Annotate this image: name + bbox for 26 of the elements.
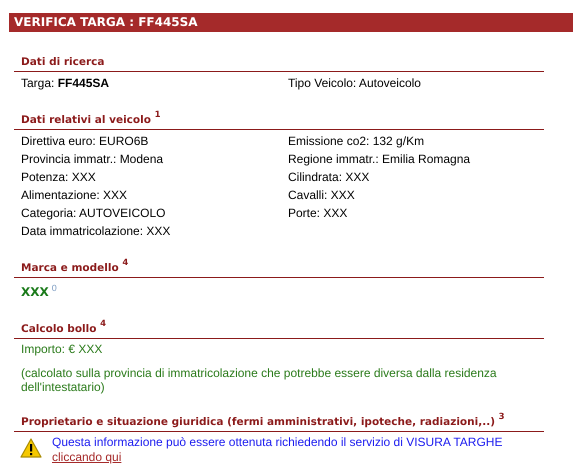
section-heading: Dati di ricerca [14, 54, 544, 72]
amount-text: Importo: € XXX [20, 342, 104, 356]
field-text: Potenza: XXX [21, 169, 97, 186]
field-text: Cavalli: XXX [288, 187, 356, 204]
page-title: VERIFICA TARGA : FF445SA [9, 13, 573, 32]
field-text: Regione immatr.: Emilia Romagna [288, 151, 472, 168]
field-text: Cilindrata: XXX [288, 169, 370, 186]
field-text: Direttiva euro: EURO6B [21, 133, 150, 150]
field-text: Data immatricolazione: XXX [21, 223, 172, 240]
remark-text: (calcolato sulla provincia di immatricolazione che potrebbe essere diversa dalla residenza dell'intestatario) [20, 366, 498, 394]
model-value: XXX [21, 285, 49, 299]
field-text: Targa: FF445SA [21, 75, 110, 92]
field-text: Categoria: AUTOVEICOLO [21, 205, 167, 222]
link[interactable]: cliccando qui [52, 450, 502, 465]
field-text: Tipo Veicolo: Autoveicolo [288, 75, 422, 92]
section-heading: Proprietario e situazione giuridica (fermi amministrativi, ipoteche, radiazioni,..) $^{3}$ [14, 414, 544, 432]
notice-text: Questa informazione può essere ottenuta richiedendo il servizio di VISURA TARGHE [52, 435, 502, 450]
field-text: Porte: XXX [288, 205, 348, 222]
section-heading: Dati relativi al veicolo $^{1}$ [14, 112, 544, 130]
warning-icon [20, 438, 42, 458]
section-heading: Calcolo bollo $^{4}$ [14, 321, 544, 339]
footnote-mark: 0 [52, 283, 57, 293]
field-text: Provincia immatr.: Modena [21, 151, 164, 168]
field-text: Emissione co2: 132 g/Km [288, 133, 426, 150]
section-heading: Marca e modello $^{4}$ [14, 260, 544, 278]
field-text: Alimentazione: XXX [21, 187, 128, 204]
